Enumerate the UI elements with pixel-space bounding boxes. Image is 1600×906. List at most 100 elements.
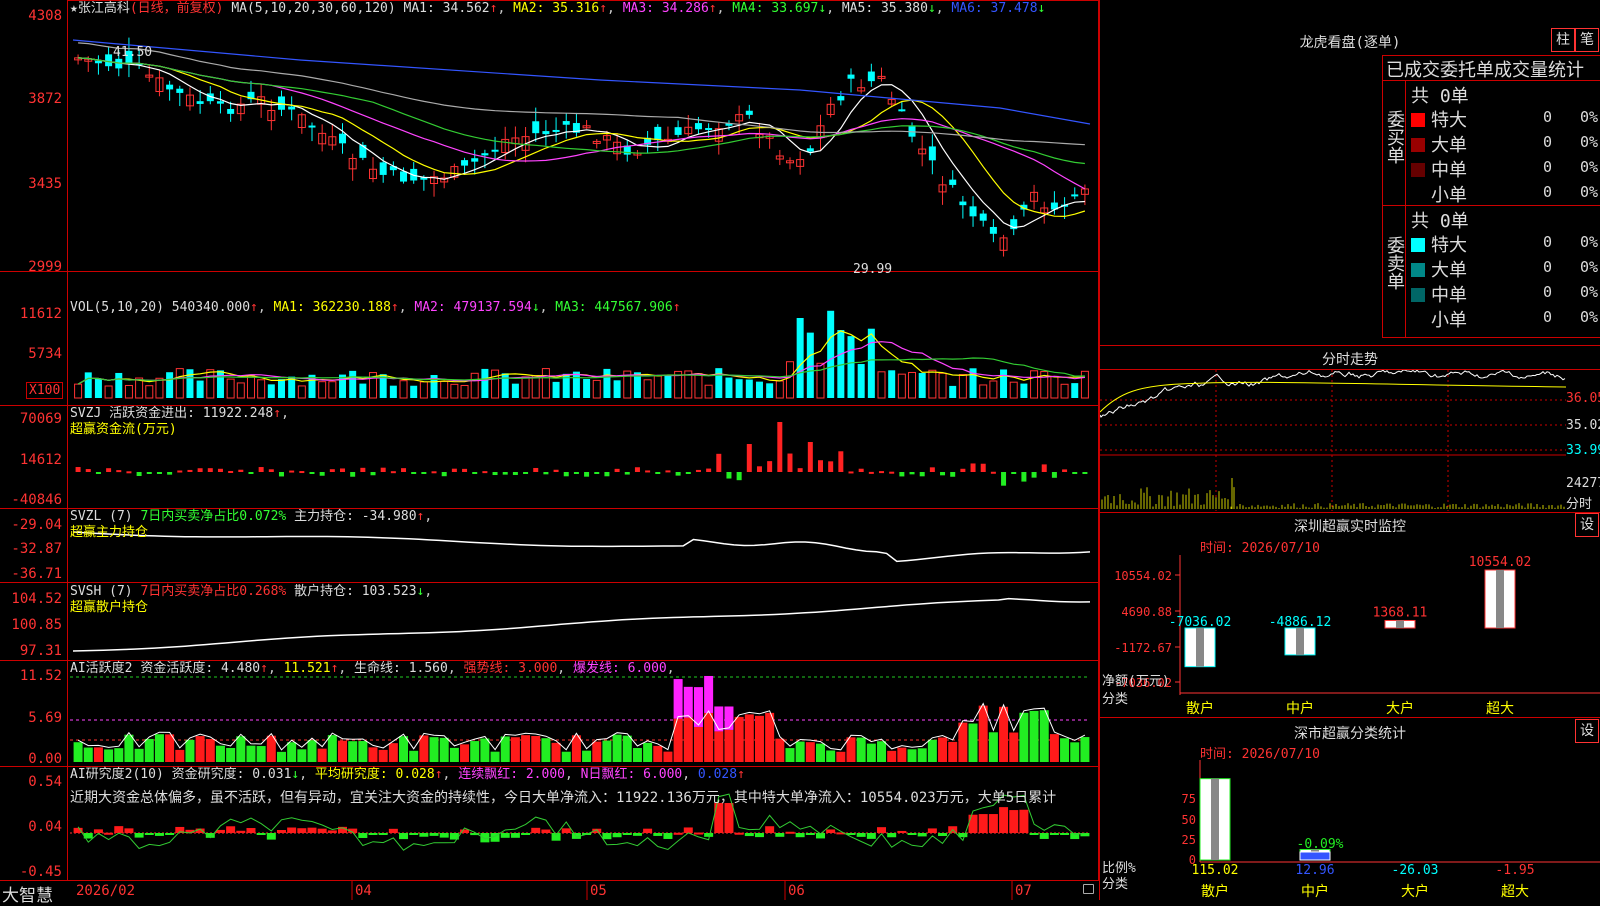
- sz-class-ytick: 50: [1182, 813, 1196, 827]
- buy-name: 特大: [1431, 110, 1467, 131]
- candle-body: [745, 110, 753, 115]
- ai1-bar: [704, 712, 714, 762]
- ai1-bar: [826, 750, 836, 762]
- candle-body: [959, 201, 967, 206]
- ai1-bar: [988, 732, 998, 762]
- svzj-bar: [370, 472, 376, 476]
- ai1-burst-bar: [683, 686, 693, 718]
- ai2-bar: [856, 833, 866, 837]
- volume-bar: [785, 361, 794, 399]
- ai1-ytick-1: 11.52: [19, 668, 62, 684]
- sell-percent: 0%: [1580, 283, 1599, 301]
- ai1-bar: [1070, 742, 1080, 762]
- svzj-bar: [146, 472, 152, 474]
- intraday-title: 分时走势: [1322, 352, 1378, 368]
- svzj-bar: [553, 469, 559, 472]
- stock-title[interactable]: 张江高科: [78, 1, 130, 16]
- volume-bar: [583, 379, 591, 398]
- ai2-bar: [907, 833, 917, 835]
- kline-chart-area[interactable]: [0, 0, 1100, 900]
- svzj-bar: [929, 467, 935, 472]
- ai1-bar: [907, 749, 917, 762]
- svzj-bar: [156, 472, 162, 474]
- svzj-bar: [756, 466, 762, 472]
- volume-bar: [115, 372, 123, 398]
- volume-bar: [847, 336, 855, 398]
- ai1-bar: [500, 736, 510, 762]
- svzj-bar: [990, 471, 996, 474]
- ai2-bar: [134, 833, 144, 838]
- candle-body: [400, 171, 408, 182]
- volume-bar: [186, 369, 194, 398]
- sz-monitor-category: 大户: [1386, 700, 1414, 717]
- buy-name: 小单: [1431, 185, 1467, 206]
- sz-class-bar-note: -0.09%: [1297, 837, 1344, 852]
- candle-body: [481, 153, 489, 156]
- ai1-bar: [775, 738, 785, 762]
- svzj-bar: [512, 472, 518, 475]
- svzj-bar: [807, 442, 813, 472]
- svzl-ytick-3: -36.71: [11, 566, 62, 582]
- candle-body: [1071, 194, 1079, 197]
- sell-percent: 0%: [1580, 258, 1599, 276]
- volume-bar: [877, 371, 886, 399]
- candle-body: [908, 125, 916, 137]
- volume-bar: [1050, 375, 1059, 399]
- svzj-ytick-1: 70069: [19, 411, 62, 427]
- sz-monitor-x-title: 分类: [1102, 692, 1128, 707]
- candle-body: [694, 123, 702, 130]
- ai1-bar: [338, 740, 348, 762]
- lock-icon[interactable]: [1083, 884, 1094, 894]
- ai2-bar: [734, 832, 744, 835]
- volume-bar: [775, 380, 784, 399]
- sz-monitor-settings-button[interactable]: 设: [1575, 513, 1599, 537]
- color-swatch-icon: [1411, 238, 1425, 252]
- volume-bar: [175, 368, 184, 399]
- ai2-bar: [531, 827, 541, 833]
- ai2-bar: [165, 833, 175, 835]
- volume-bar: [816, 362, 825, 399]
- svzj-bar: [1021, 472, 1027, 482]
- svzj-bar: [472, 472, 478, 474]
- intraday-chart[interactable]: [1100, 370, 1566, 511]
- ai1-bar: [510, 737, 520, 762]
- svzj-bar: [919, 472, 925, 477]
- sz-monitor-bar-shade: [1396, 620, 1404, 628]
- ai1-bar: [175, 749, 185, 762]
- svzj-bar: [848, 471, 854, 474]
- ai1-burst-bar: [704, 675, 714, 713]
- sz-class-settings-button[interactable]: 设: [1575, 719, 1599, 743]
- tick-view-button[interactable]: 笔: [1575, 28, 1599, 52]
- sz-class-category: 散户: [1201, 883, 1229, 900]
- ai1-bar: [643, 742, 653, 762]
- volume-bar: [328, 381, 337, 399]
- svzj-bar: [685, 472, 691, 474]
- dragon-panel-title: 龙虎看盘(逐单): [1299, 35, 1401, 51]
- volume-bar: [419, 381, 428, 399]
- sz-class-chart: 7550250115.02散户12.96中户-26.03大户-1.95超大-0.…: [1102, 760, 1600, 900]
- color-swatch-icon: [1411, 188, 1425, 202]
- ai2-bar: [877, 827, 887, 833]
- volume-bar: [166, 372, 174, 398]
- column-view-button[interactable]: 柱: [1551, 28, 1575, 52]
- ai1-bar: [205, 738, 215, 762]
- svzj-bar: [1041, 464, 1047, 472]
- candle-body: [491, 149, 499, 152]
- ai2-bar: [266, 833, 276, 840]
- ai1-bar: [1060, 738, 1070, 762]
- ai2-bar: [144, 833, 154, 835]
- ai1-bar: [246, 745, 256, 762]
- ai1-bar: [541, 738, 551, 762]
- svzj-bar: [634, 467, 640, 472]
- sz-monitor-category: 中户: [1286, 700, 1314, 717]
- svzj-bar: [462, 468, 468, 472]
- volume-bar: [704, 384, 713, 399]
- sz-monitor-time: 时间: 2026/07/10: [1200, 541, 1320, 556]
- ai2-bar: [215, 829, 225, 833]
- svzj-bar: [797, 468, 803, 472]
- ai1-bar: [449, 747, 459, 762]
- volume-bar: [236, 382, 245, 399]
- svsh-header: SVSH (7) 7日内买卖净占比0.268% 散户持仓: 103.523↓, …: [70, 584, 433, 615]
- svzj-bar: [594, 472, 600, 474]
- candle-body: [166, 84, 174, 90]
